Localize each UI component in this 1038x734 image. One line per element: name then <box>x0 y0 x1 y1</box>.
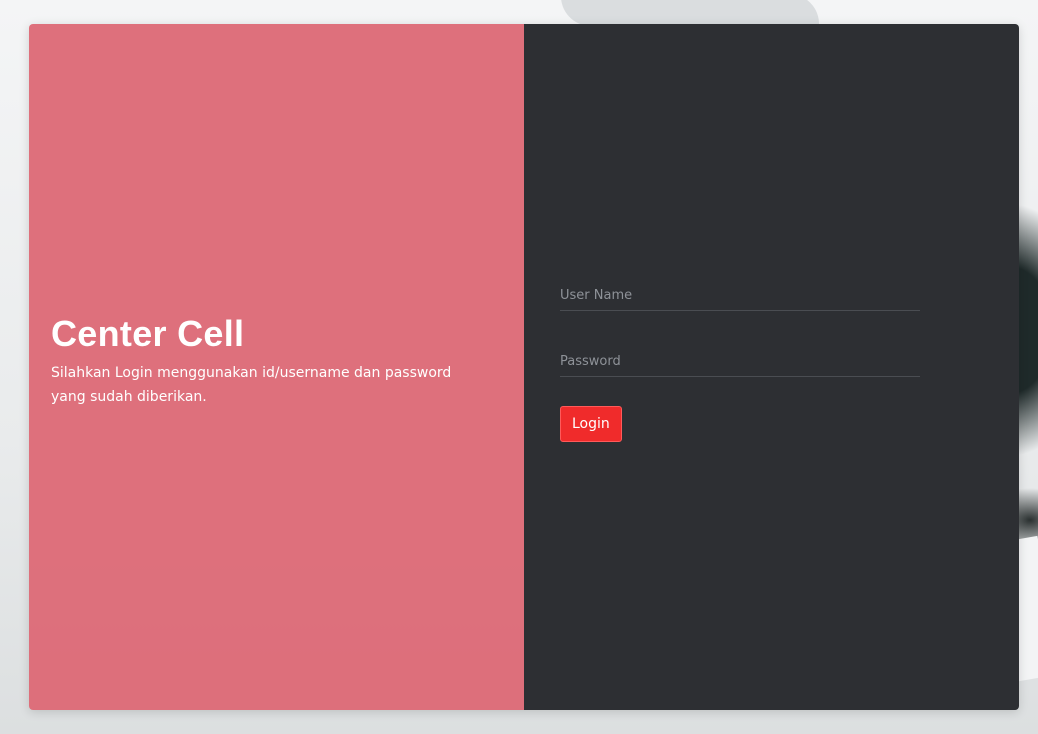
password-input[interactable] <box>560 347 920 375</box>
brand-subtitle: Silahkan Login menggunakan id/username d… <box>51 365 452 405</box>
brand-content: Center Cell Silahkan Login menggunakan i… <box>51 312 491 409</box>
login-card: Center Cell Silahkan Login menggunakan i… <box>29 24 1019 710</box>
brand-panel: Center Cell Silahkan Login menggunakan i… <box>29 24 524 710</box>
password-field-wrapper <box>560 347 920 377</box>
username-input[interactable] <box>560 281 920 309</box>
login-form: Login <box>560 281 920 442</box>
brand-title: Center Cell <box>51 313 245 354</box>
login-button[interactable]: Login <box>560 406 622 442</box>
username-field-wrapper <box>560 281 920 311</box>
form-panel: Login <box>524 24 1019 710</box>
